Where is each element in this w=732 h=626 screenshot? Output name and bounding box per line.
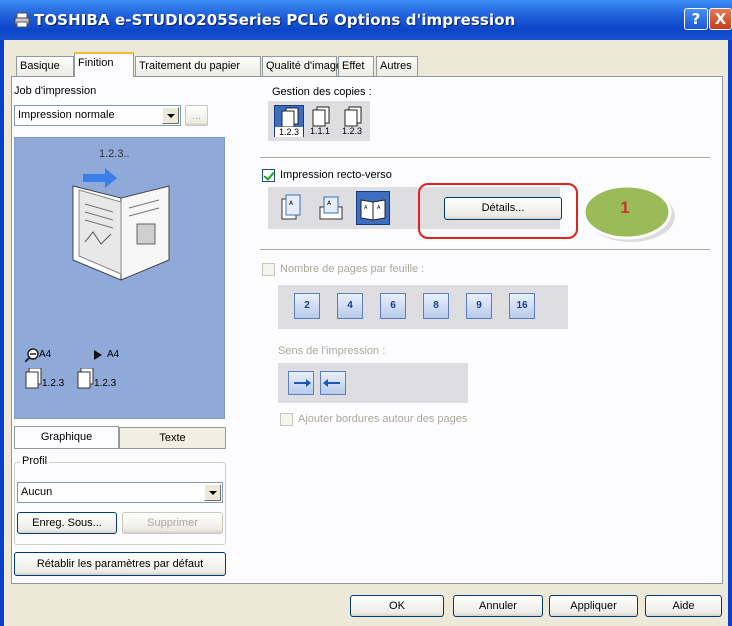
apply-button[interactable]: Appliquer	[549, 595, 638, 617]
copy-order-2: 1.2.3	[94, 378, 117, 389]
direction-label: Sens de l'impression :	[278, 345, 386, 357]
details-callout-highlight	[418, 183, 578, 239]
copies-stack-icon	[77, 368, 94, 389]
copies-label: Gestion des copies :	[272, 86, 372, 98]
rotate-sort-option[interactable]: 1.2.3	[338, 105, 368, 137]
chevron-down-icon[interactable]	[204, 484, 221, 501]
preview-caption: 1.2.3..	[99, 148, 130, 160]
ok-button[interactable]: OK	[350, 595, 444, 617]
window-frame-right	[728, 40, 732, 626]
tab-graphique[interactable]: Graphique	[14, 426, 119, 449]
job-label: Job d'impression	[14, 85, 97, 97]
direction-bar	[278, 363, 468, 403]
play-arrow-icon	[94, 350, 102, 360]
duplex-label: Impression recto-verso	[280, 169, 392, 181]
arrow-left-icon	[323, 379, 340, 387]
title-bar[interactable]: TOSHIBA e-STUDIO205Series PCL6 Options d…	[0, 0, 732, 40]
chevron-down-icon[interactable]	[162, 107, 179, 124]
group-option[interactable]: 1.1.1	[306, 105, 336, 137]
job-select-value: Impression normale	[18, 109, 115, 121]
restore-defaults-button[interactable]: Rétablir les paramètres par défaut	[14, 552, 226, 576]
nup-2-option[interactable]: 2	[294, 293, 320, 319]
direction-right-to-left[interactable]	[320, 371, 346, 395]
svg-text:A: A	[364, 205, 368, 211]
job-more-button[interactable]: ...	[185, 105, 208, 126]
output-paper-size: A4	[107, 349, 120, 360]
duplex-long-edge-icon[interactable]: A	[276, 193, 306, 223]
group-caption: 1.1.1	[309, 126, 331, 136]
collate-option[interactable]: 1.2.3	[274, 105, 304, 137]
tab-finition[interactable]: Finition	[74, 52, 134, 77]
zoom-icon	[25, 348, 39, 362]
nup-16-option[interactable]: 16	[509, 293, 535, 319]
printer-icon	[14, 12, 30, 28]
pages-per-sheet-label: Nombre de pages par feuille :	[280, 263, 425, 275]
preview-panel: 1.2.3.. A4 A4 1.2.3 1.2.3	[14, 137, 225, 419]
copies-options-bar: 1.2.3 1.1.1 1.2.3	[268, 101, 370, 141]
tab-traitement-papier[interactable]: Traitement du papier	[135, 56, 261, 76]
job-select[interactable]: Impression normale	[14, 105, 181, 126]
nup-6-option[interactable]: 6	[380, 293, 406, 319]
save-as-button[interactable]: Enreg. Sous...	[17, 512, 117, 534]
tab-effet[interactable]: Effet	[338, 56, 374, 76]
nup-4-option[interactable]: 4	[337, 293, 363, 319]
tab-qualite-image[interactable]: Qualité d'image	[262, 56, 342, 76]
help-button[interactable]: Aide	[645, 595, 722, 617]
tab-texte[interactable]: Texte	[119, 427, 226, 449]
copies-stack-icon	[25, 368, 42, 389]
finition-tab-panel: Job d'impression Impression normale ... …	[11, 76, 723, 584]
booklet-preview-icon	[72, 168, 170, 281]
duplex-checkbox[interactable]	[262, 169, 275, 182]
nup-8-option[interactable]: 8	[423, 293, 449, 319]
window-title: TOSHIBA e-STUDIO205Series PCL6 Options d…	[34, 11, 516, 29]
help-title-button[interactable]: ?	[684, 8, 708, 30]
direction-left-to-right[interactable]	[288, 371, 314, 395]
nup-9-option[interactable]: 9	[466, 293, 492, 319]
profile-label: Profil	[20, 455, 50, 467]
separator	[260, 157, 710, 159]
profile-select[interactable]: Aucun	[17, 482, 223, 503]
borders-checkbox[interactable]	[280, 413, 293, 426]
borders-label: Ajouter bordures autour des pages	[298, 413, 468, 425]
arrow-right-icon	[294, 379, 311, 387]
duplex-booklet-option[interactable]: AA	[356, 191, 390, 225]
zoom-paper-size: A4	[39, 349, 52, 360]
step-number: 1	[620, 198, 630, 217]
duplex-short-edge-icon[interactable]: A	[316, 193, 346, 223]
separator	[260, 249, 710, 251]
collate-caption: 1.2.3	[275, 127, 303, 137]
rotate-sort-caption: 1.2.3	[341, 126, 363, 136]
dialog-client-area: Basique Finition Traitement du papier Qu…	[4, 40, 728, 626]
profile-select-value: Aucun	[21, 486, 53, 498]
svg-text:A: A	[377, 205, 381, 211]
tab-basique[interactable]: Basique	[16, 56, 74, 76]
pages-per-sheet-checkbox[interactable]	[262, 263, 275, 276]
copy-order-1: 1.2.3	[42, 378, 65, 389]
cancel-button[interactable]: Annuler	[453, 595, 543, 617]
delete-profile-button[interactable]: Supprimer	[122, 512, 223, 534]
close-button[interactable]: X	[709, 8, 732, 30]
print-options-window: TOSHIBA e-STUDIO205Series PCL6 Options d…	[0, 0, 732, 626]
tab-autres[interactable]: Autres	[376, 56, 418, 76]
booklet-icon: AA	[360, 199, 386, 221]
